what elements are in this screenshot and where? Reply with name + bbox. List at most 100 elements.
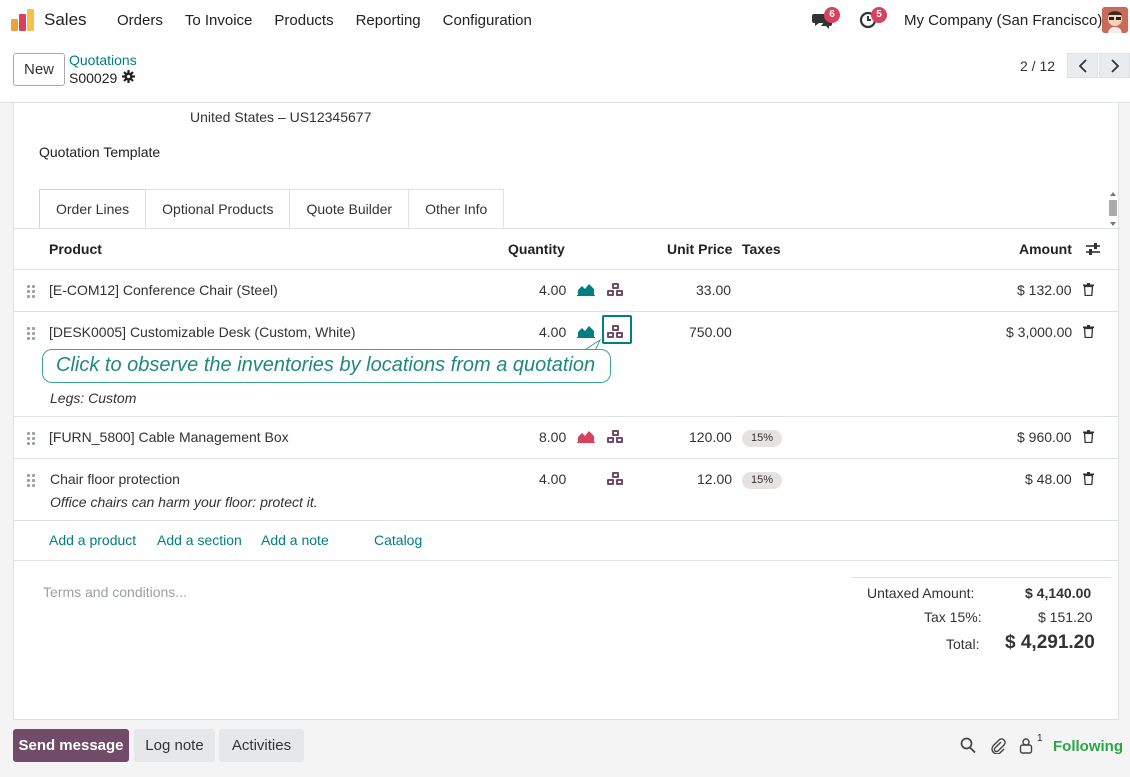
add-section-link[interactable]: Add a section	[157, 532, 242, 548]
activities-button[interactable]: Activities	[219, 729, 304, 762]
tax-badge[interactable]: 15%	[742, 472, 783, 489]
tab-scrollbar[interactable]	[1107, 190, 1119, 228]
paperclip-icon[interactable]	[990, 737, 1006, 755]
untaxed-amount-value: $ 4,140.00	[1025, 585, 1092, 601]
menu-to-invoice[interactable]: To Invoice	[174, 12, 264, 29]
line-amount: $ 48.00	[1025, 471, 1072, 487]
total-value: $ 4,291.20	[1005, 632, 1095, 653]
activities-icon[interactable]: 5	[859, 7, 887, 29]
inventory-boxes-icon[interactable]	[607, 283, 624, 297]
main-menu: Orders To Invoice Products Reporting Con…	[106, 12, 543, 29]
pager-next-button[interactable]	[1099, 53, 1130, 78]
top-navbar: Sales Orders To Invoice Products Reporti…	[0, 0, 1130, 41]
order-line-row[interactable]: [FURN_5800] Cable Management Box 8.00 12…	[14, 417, 1118, 459]
total-label: Total:	[946, 636, 980, 652]
chevron-right-icon	[1110, 58, 1119, 73]
company-switcher[interactable]: My Company (San Francisco)	[904, 12, 1102, 29]
quotation-template-label: Quotation Template	[39, 144, 161, 160]
menu-products[interactable]: Products	[263, 12, 344, 29]
form-sheet: United States – US12345677 Quotation Tem…	[13, 103, 1120, 720]
sales-app-icon[interactable]	[11, 9, 35, 31]
tour-tooltip: Click to observe the inventories by loca…	[42, 349, 611, 383]
optional-columns-icon[interactable]	[1085, 242, 1101, 259]
line-product[interactable]: [E-COM12] Conference Chair (Steel)	[49, 282, 278, 298]
forecast-chart-warning-icon[interactable]	[577, 430, 595, 443]
line-unit-price[interactable]: 750.00	[689, 324, 732, 340]
terms-field[interactable]: Terms and conditions...	[43, 584, 187, 600]
line-product[interactable]: Chair floor protection	[50, 471, 180, 487]
order-lines-header: Product Quantity Unit Price Taxes Amount	[14, 229, 1120, 270]
drag-handle-icon[interactable]	[27, 285, 35, 298]
messages-icon[interactable]: 6	[812, 7, 840, 29]
notebook-tabs: Order Lines Optional Products Quote Buil…	[39, 189, 505, 229]
order-line-row[interactable]: [E-COM12] Conference Chair (Steel) 4.00 …	[14, 270, 1118, 312]
tab-other-info[interactable]: Other Info	[408, 189, 505, 229]
line-product[interactable]: [DESK0005] Customizable Desk (Custom, Wh…	[49, 324, 356, 340]
control-panel: New Quotations S00029 2 / 12	[0, 41, 1130, 103]
trash-icon[interactable]	[1083, 283, 1094, 297]
line-unit-price[interactable]: 12.00	[697, 471, 732, 487]
column-amount[interactable]: Amount	[1019, 241, 1072, 257]
messages-badge: 6	[824, 7, 840, 23]
drag-handle-icon[interactable]	[27, 327, 35, 340]
line-quantity[interactable]: 4.00	[539, 282, 566, 298]
divider	[14, 560, 1118, 561]
menu-configuration[interactable]: Configuration	[432, 12, 543, 29]
line-description: Office chairs can harm your floor: prote…	[50, 494, 318, 510]
app-name[interactable]: Sales	[44, 10, 87, 30]
column-unit-price[interactable]: Unit Price	[667, 241, 732, 257]
untaxed-amount-label: Untaxed Amount:	[867, 585, 975, 601]
tab-optional-products[interactable]: Optional Products	[145, 189, 291, 229]
new-button[interactable]: New	[13, 53, 65, 86]
search-icon[interactable]	[960, 737, 976, 754]
menu-reporting[interactable]: Reporting	[345, 12, 432, 29]
order-line-row[interactable]: Chair floor protection 4.00 12.00 15% $ …	[14, 459, 1118, 521]
column-quantity[interactable]: Quantity	[508, 241, 565, 257]
highlighted-inventory-button[interactable]	[602, 315, 632, 344]
line-unit-price[interactable]: 120.00	[689, 429, 732, 445]
activities-badge: 5	[871, 7, 887, 23]
breadcrumb-quotations[interactable]: Quotations	[69, 52, 137, 68]
log-note-button[interactable]: Log note	[134, 729, 215, 762]
line-product[interactable]: [FURN_5800] Cable Management Box	[49, 429, 289, 445]
catalog-link[interactable]: Catalog	[374, 532, 422, 548]
line-quantity[interactable]: 4.00	[539, 471, 566, 487]
add-note-link[interactable]: Add a note	[261, 532, 329, 548]
drag-handle-icon[interactable]	[27, 474, 35, 487]
followers-icon[interactable]: 1	[1019, 733, 1043, 754]
line-unit-price[interactable]: 33.00	[696, 282, 731, 298]
pager-value[interactable]: 2 / 12	[1020, 58, 1055, 74]
trash-icon[interactable]	[1083, 430, 1094, 444]
followers-count: 1	[1037, 733, 1043, 744]
column-taxes[interactable]: Taxes	[742, 241, 781, 257]
customer-address-line: United States – US12345677	[190, 109, 372, 125]
tab-quote-builder[interactable]: Quote Builder	[289, 189, 410, 229]
following-button[interactable]: Following	[1053, 738, 1123, 755]
inventory-boxes-icon[interactable]	[607, 430, 624, 444]
user-avatar[interactable]	[1102, 7, 1128, 33]
tooltip-text: Click to observe the inventories by loca…	[56, 354, 596, 376]
record-name: S00029	[69, 70, 118, 86]
forecast-chart-icon[interactable]	[577, 325, 595, 338]
column-product[interactable]: Product	[49, 241, 102, 257]
gear-icon[interactable]	[122, 70, 136, 86]
line-quantity[interactable]: 4.00	[539, 324, 566, 340]
add-product-link[interactable]: Add a product	[49, 532, 136, 548]
drag-handle-icon[interactable]	[27, 432, 35, 445]
totals-divider	[851, 577, 1111, 578]
line-quantity[interactable]: 8.00	[539, 429, 566, 445]
send-message-button[interactable]: Send message	[13, 729, 129, 762]
breadcrumb-current: S00029	[69, 70, 136, 86]
line-amount: $ 960.00	[1017, 429, 1072, 445]
tax-badge[interactable]: 15%	[742, 430, 783, 447]
trash-icon[interactable]	[1083, 472, 1094, 486]
tax-label: Tax 15%:	[924, 609, 982, 625]
tab-order-lines[interactable]: Order Lines	[39, 189, 147, 229]
menu-orders[interactable]: Orders	[106, 12, 174, 29]
line-amount: $ 132.00	[1017, 282, 1072, 298]
forecast-chart-icon[interactable]	[577, 283, 595, 296]
trash-icon[interactable]	[1083, 325, 1094, 339]
inventory-boxes-icon[interactable]	[607, 472, 624, 486]
pager-previous-button[interactable]	[1067, 53, 1098, 78]
tax-value: $ 151.20	[1038, 609, 1093, 625]
